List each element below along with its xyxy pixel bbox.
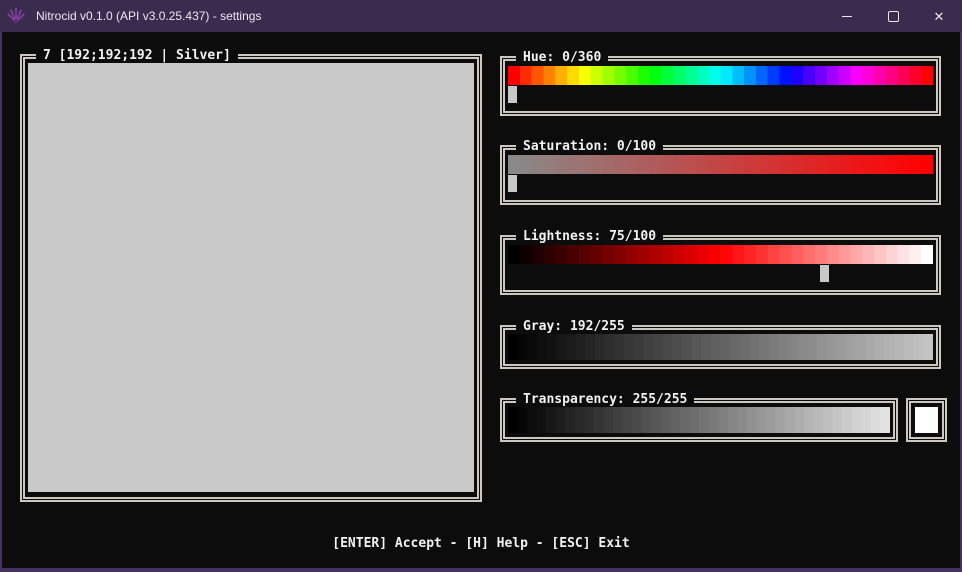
saturation-slider-title: Saturation: 0/100 <box>516 138 663 155</box>
maximize-icon <box>888 11 899 22</box>
color-preview-fill <box>28 63 474 492</box>
slider-saturation[interactable]: Saturation: 0/100 <box>500 145 941 205</box>
app-window: Nitrocid v0.1.0 (API v3.0.25.437) - sett… <box>0 0 962 572</box>
minimize-icon <box>842 16 852 17</box>
hue-indicator[interactable] <box>508 86 517 103</box>
window-title: Nitrocid v0.1.0 (API v3.0.25.437) - sett… <box>36 9 824 23</box>
saturation-indicator[interactable] <box>508 175 517 192</box>
slider-gray[interactable]: Gray: 192/255 <box>500 325 941 369</box>
lightness-gradient-bar[interactable] <box>508 245 933 264</box>
maximize-button[interactable] <box>870 0 916 32</box>
slider-lightness[interactable]: Lightness: 75/100 <box>500 235 941 295</box>
keybinding-hints: [ENTER] Accept - [H] Help - [ESC] Exit <box>2 536 960 551</box>
color-swatch-box <box>906 398 947 442</box>
close-button[interactable]: ✕ <box>916 0 962 32</box>
terminal-area: 7 [192;192;192 | Silver] Hue: 0/360 Satu… <box>0 32 962 572</box>
gray-slider-title: Gray: 192/255 <box>516 318 632 335</box>
color-preview-title: 7 [192;192;192 | Silver] <box>36 47 238 64</box>
nitrocid-logo-icon <box>6 7 26 25</box>
saturation-gradient-bar[interactable] <box>508 155 933 174</box>
caption-buttons: ✕ <box>824 0 962 32</box>
titlebar: Nitrocid v0.1.0 (API v3.0.25.437) - sett… <box>0 0 962 32</box>
slider-transparency[interactable]: Transparency: 255/255 <box>500 398 898 442</box>
lightness-slider-title: Lightness: 75/100 <box>516 228 663 245</box>
minimize-button[interactable] <box>824 0 870 32</box>
gray-gradient-bar[interactable] <box>508 334 933 360</box>
color-swatch-fill <box>915 407 938 433</box>
transparency-slider-title: Transparency: 255/255 <box>516 391 694 408</box>
slider-hue[interactable]: Hue: 0/360 <box>500 56 941 116</box>
color-preview-box: 7 [192;192;192 | Silver] <box>20 54 482 502</box>
hue-slider-title: Hue: 0/360 <box>516 49 608 66</box>
close-icon: ✕ <box>934 10 945 23</box>
transparency-gradient-bar[interactable] <box>508 407 890 433</box>
hue-gradient-bar[interactable] <box>508 66 933 85</box>
lightness-indicator[interactable] <box>820 265 829 282</box>
